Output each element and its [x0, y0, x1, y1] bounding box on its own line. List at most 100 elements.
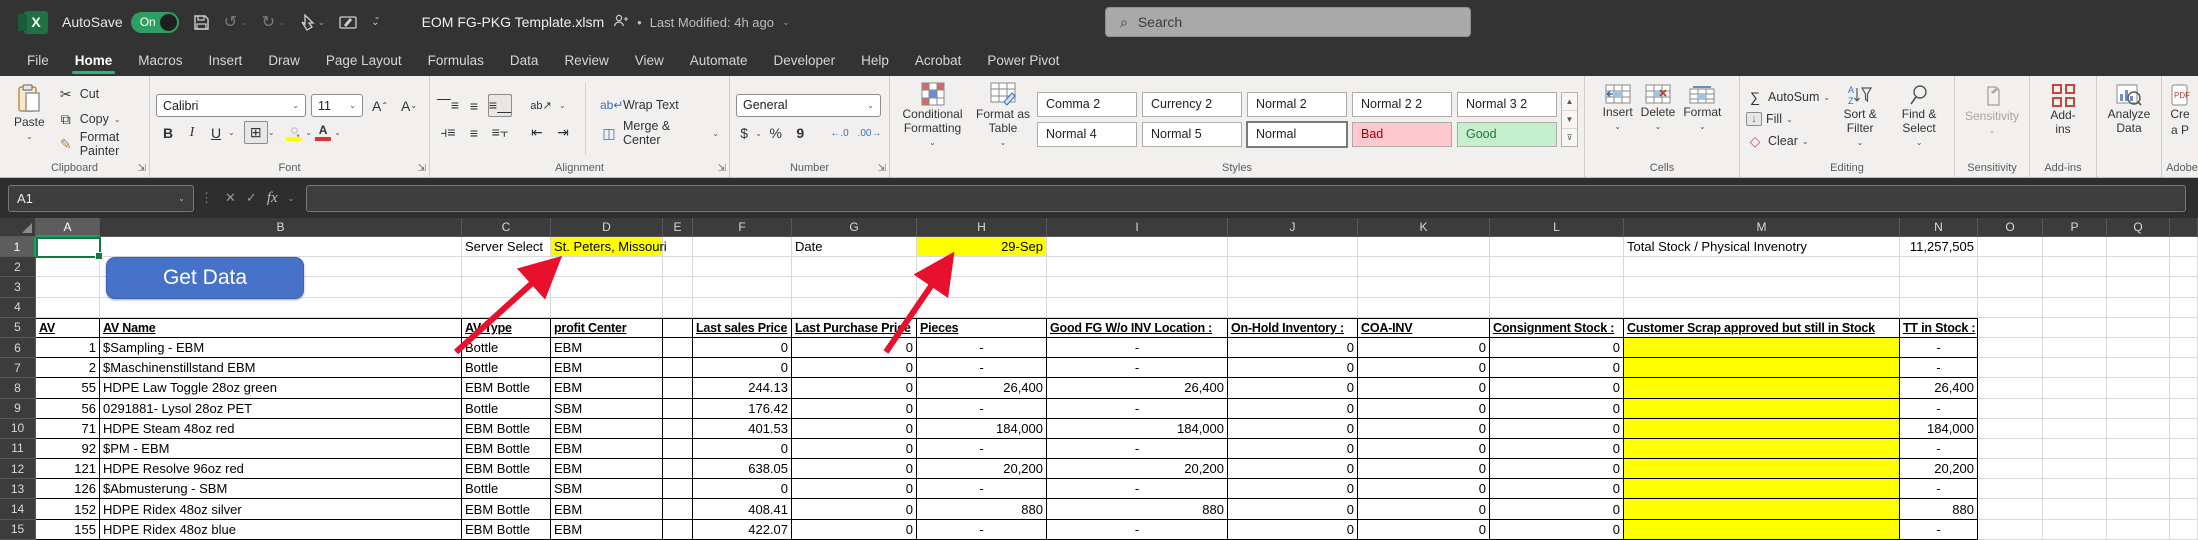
cell-D2[interactable] [551, 257, 663, 277]
cell-style-normal-5[interactable]: Normal 5 [1142, 122, 1242, 147]
cell-I3[interactable] [1047, 277, 1228, 297]
cell-B8[interactable]: HDPE Law Toggle 28oz green [100, 378, 462, 398]
cell-P3[interactable] [2043, 277, 2107, 297]
cell-L9[interactable]: 0 [1490, 399, 1624, 419]
cell-O14[interactable] [1978, 499, 2043, 519]
cell-F7[interactable]: 0 [693, 358, 792, 378]
align-left-button[interactable]: ⫞≡ [436, 121, 460, 144]
cell-N10[interactable]: 184,000 [1900, 419, 1978, 439]
copy-button[interactable]: ⧉Copy⌄ [53, 108, 143, 130]
cell-D4[interactable] [551, 298, 663, 318]
sensitivity-button[interactable]: Sensitivity ⌄ [1957, 80, 2027, 158]
cell-H6[interactable]: - [917, 338, 1047, 358]
cell-Q9[interactable] [2107, 399, 2170, 419]
cell-N9[interactable]: - [1900, 399, 1978, 419]
cell-H1[interactable]: 29-Sep [917, 237, 1047, 257]
cell-P6[interactable] [2043, 338, 2107, 358]
cell-M1[interactable]: Total Stock / Physical Invenotry [1624, 237, 1900, 257]
cell-L10[interactable]: 0 [1490, 419, 1624, 439]
cell-I7[interactable]: - [1047, 358, 1228, 378]
cell-G1[interactable]: Date [792, 237, 917, 257]
cell-C11[interactable]: EBM Bottle [462, 439, 551, 459]
cell-style-normal-2[interactable]: Normal 2 [1247, 92, 1347, 117]
cell-Q7[interactable] [2107, 358, 2170, 378]
cell-N5[interactable]: TT in Stock : [1900, 318, 1978, 338]
cell-M3[interactable] [1624, 277, 1900, 297]
decrease-decimal-button[interactable]: .00→ [856, 122, 883, 145]
font-family-select[interactable]: Calibri⌄ [156, 94, 306, 117]
cell-G4[interactable] [792, 298, 917, 318]
cell-D15[interactable]: EBM [551, 520, 663, 540]
cell-F5[interactable]: Last sales Price [693, 318, 792, 338]
cell-D10[interactable]: EBM [551, 419, 663, 439]
cell-P14[interactable] [2043, 499, 2107, 519]
cell-A9[interactable]: 56 [36, 399, 100, 419]
row-header-2[interactable]: 2 [0, 257, 36, 277]
cell-K9[interactable]: 0 [1358, 399, 1490, 419]
cell-M6[interactable] [1624, 338, 1900, 358]
cell-x2[interactable] [2170, 257, 2198, 277]
cell-F12[interactable]: 638.05 [693, 459, 792, 479]
cell-E7[interactable] [663, 358, 693, 378]
cell-J11[interactable]: 0 [1228, 439, 1358, 459]
cell-G5[interactable]: Last Purchase Price [792, 318, 917, 338]
cell-J13[interactable]: 0 [1228, 479, 1358, 499]
cell-L15[interactable]: 0 [1490, 520, 1624, 540]
cell-F14[interactable]: 408.41 [693, 499, 792, 519]
cell-J4[interactable] [1228, 298, 1358, 318]
save-icon[interactable] [193, 14, 210, 31]
cell-Q12[interactable] [2107, 459, 2170, 479]
cell-N11[interactable]: - [1900, 439, 1978, 459]
menu-tab-automate[interactable]: Automate [677, 47, 761, 76]
cell-G14[interactable]: 0 [792, 499, 917, 519]
cell-G8[interactable]: 0 [792, 378, 917, 398]
cancel-entry-icon[interactable]: ✕ [225, 190, 236, 206]
cell-O8[interactable] [1978, 378, 2043, 398]
cell-Q14[interactable] [2107, 499, 2170, 519]
addins-button[interactable]: Add-ins [2036, 80, 2090, 158]
cell-I10[interactable]: 184,000 [1047, 419, 1228, 439]
cell-x14[interactable] [2170, 499, 2198, 519]
cell-Q15[interactable] [2107, 520, 2170, 540]
menu-tab-formulas[interactable]: Formulas [415, 47, 497, 76]
merge-center-button[interactable]: ◫Merge & Center⌄ [596, 122, 723, 144]
touch-mouse-mode-icon[interactable]: ⌄ [300, 14, 326, 31]
cell-H11[interactable]: - [917, 439, 1047, 459]
cell-N12[interactable]: 20,200 [1900, 459, 1978, 479]
menu-tab-developer[interactable]: Developer [761, 47, 849, 76]
cell-B6[interactable]: $Sampling - EBM [100, 338, 462, 358]
bold-button[interactable]: B [156, 121, 180, 144]
cell-H15[interactable]: - [917, 520, 1047, 540]
cell-E5[interactable] [663, 318, 693, 338]
analyze-data-button[interactable]: Analyze Data [2103, 80, 2155, 158]
document-title[interactable]: EOM FG-PKG Template.xlsm [422, 14, 605, 30]
cell-Q11[interactable] [2107, 439, 2170, 459]
cell-D6[interactable]: EBM [551, 338, 663, 358]
cell-N4[interactable] [1900, 298, 1978, 318]
cell-P13[interactable] [2043, 479, 2107, 499]
cell-C2[interactable] [462, 257, 551, 277]
cell-N14[interactable]: 880 [1900, 499, 1978, 519]
cell-x10[interactable] [2170, 419, 2198, 439]
column-header-C[interactable]: C [462, 218, 551, 237]
fill-button[interactable]: ↓Fill⌄ [1746, 109, 1830, 129]
cell-C6[interactable]: Bottle [462, 338, 551, 358]
cell-J8[interactable]: 0 [1228, 378, 1358, 398]
cell-B14[interactable]: HDPE Ridex 48oz silver [100, 499, 462, 519]
column-header-O[interactable]: O [1978, 218, 2043, 237]
cell-E12[interactable] [663, 459, 693, 479]
italic-button[interactable]: I [180, 121, 204, 144]
cell-M15[interactable] [1624, 520, 1900, 540]
cell-D14[interactable]: EBM [551, 499, 663, 519]
row-header-7[interactable]: 7 [0, 358, 36, 378]
clear-button[interactable]: ◇Clear⌄ [1746, 131, 1830, 151]
cell-L6[interactable]: 0 [1490, 338, 1624, 358]
cell-F2[interactable] [693, 257, 792, 277]
cell-L11[interactable]: 0 [1490, 439, 1624, 459]
column-header-K[interactable]: K [1358, 218, 1490, 237]
cell-G7[interactable]: 0 [792, 358, 917, 378]
cell-A10[interactable]: 71 [36, 419, 100, 439]
cell-C12[interactable]: EBM Bottle [462, 459, 551, 479]
cell-Q4[interactable] [2107, 298, 2170, 318]
cell-A7[interactable]: 2 [36, 358, 100, 378]
